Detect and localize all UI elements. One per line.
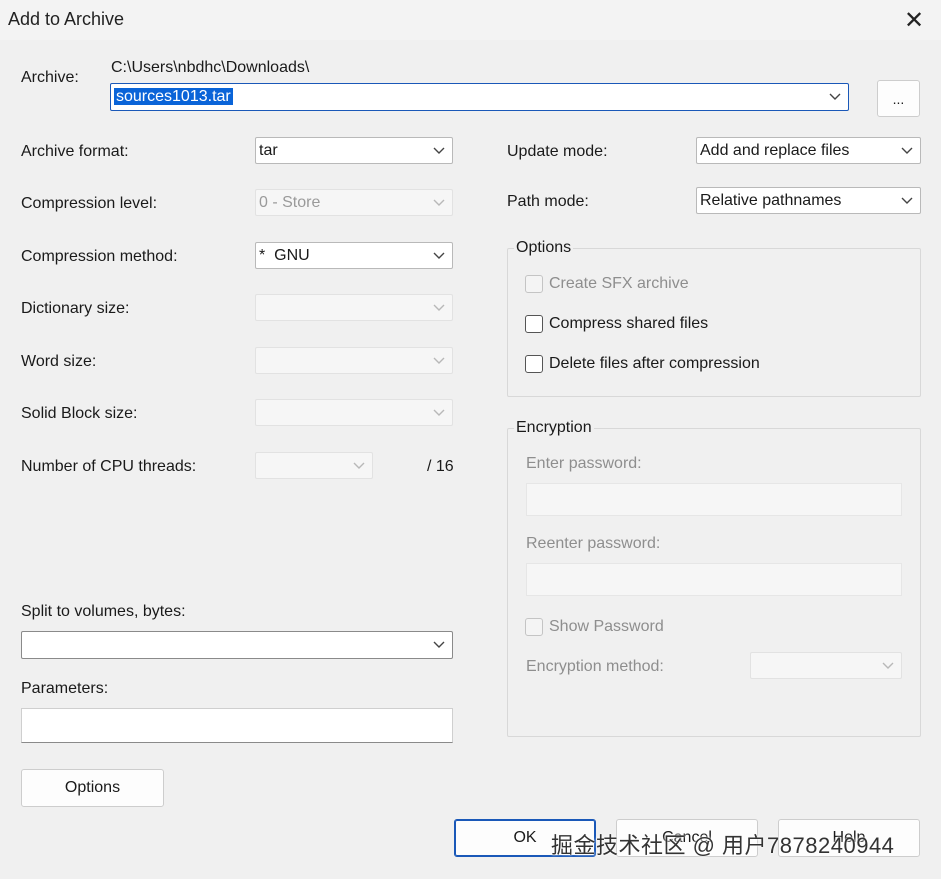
delete-after-label: Delete files after compression — [549, 355, 760, 372]
chevron-down-icon — [346, 453, 372, 478]
browse-button[interactable]: ... — [877, 80, 920, 117]
delete-after-checkbox[interactable]: Delete files after compression — [525, 355, 760, 373]
create-sfx-checkbox[interactable]: Create SFX archive — [525, 275, 689, 293]
dictionary-size-select[interactable] — [255, 294, 453, 321]
chevron-down-icon — [426, 295, 452, 320]
reenter-password-label: Reenter password: — [526, 535, 661, 552]
chevron-down-icon[interactable] — [894, 188, 920, 213]
chevron-down-icon — [426, 190, 452, 215]
checkbox-box[interactable] — [525, 355, 543, 373]
update-mode-label: Update mode: — [507, 143, 608, 160]
enter-password-label: Enter password: — [526, 455, 642, 472]
path-mode-select[interactable]: Relative pathnames — [696, 187, 921, 214]
compress-shared-label: Compress shared files — [549, 315, 709, 332]
word-size-select[interactable] — [255, 347, 453, 374]
archive-filename[interactable]: sources1013.tar — [114, 88, 233, 105]
window-title: Add to Archive — [8, 9, 125, 29]
solid-block-size-label: Solid Block size: — [21, 405, 138, 422]
cpu-threads-select[interactable] — [255, 452, 373, 479]
checkbox-box[interactable] — [525, 275, 543, 293]
archive-format-label: Archive format: — [21, 143, 129, 160]
path-mode-label: Path mode: — [507, 193, 589, 210]
encryption-method-select[interactable] — [750, 652, 902, 679]
compression-method-value: * GNU — [259, 246, 310, 264]
show-password-label: Show Password — [549, 618, 664, 635]
split-volumes-select[interactable] — [21, 631, 453, 659]
compress-shared-checkbox[interactable]: Compress shared files — [525, 315, 708, 333]
archive-format-value: tar — [259, 141, 278, 159]
parameters-input[interactable] — [21, 708, 453, 743]
checkbox-box[interactable] — [525, 315, 543, 333]
watermark-text: 掘金技术社区 @ 用户7878240944 — [551, 833, 895, 858]
update-mode-value: Add and replace files — [700, 141, 850, 159]
compression-method-select[interactable]: * GNU — [255, 242, 453, 269]
cpu-threads-total: / 16 — [427, 458, 454, 475]
chevron-down-icon — [875, 653, 901, 678]
chevron-down-icon[interactable] — [822, 84, 848, 110]
split-volumes-label: Split to volumes, bytes: — [21, 603, 186, 620]
cpu-threads-label: Number of CPU threads: — [21, 458, 197, 475]
solid-block-size-select[interactable] — [255, 399, 453, 426]
checkbox-box[interactable] — [525, 618, 543, 636]
update-mode-select[interactable]: Add and replace files — [696, 137, 921, 164]
show-password-checkbox[interactable]: Show Password — [525, 618, 664, 636]
encryption-group-title: Encryption — [514, 419, 594, 437]
chevron-down-icon — [426, 400, 452, 425]
chevron-down-icon[interactable] — [426, 243, 452, 268]
close-icon[interactable]: ✕ — [898, 4, 930, 36]
dictionary-size-label: Dictionary size: — [21, 300, 130, 317]
word-size-label: Word size: — [21, 353, 97, 370]
compression-level-label: Compression level: — [21, 195, 158, 212]
title-bar — [0, 0, 941, 40]
reenter-password-input[interactable] — [526, 563, 902, 596]
parameters-label: Parameters: — [21, 680, 109, 697]
chevron-down-icon[interactable] — [426, 138, 452, 163]
chevron-down-icon[interactable] — [426, 632, 452, 658]
compression-method-label: Compression method: — [21, 248, 178, 265]
compression-level-value: 0 - Store — [259, 193, 321, 211]
encryption-method-label: Encryption method: — [526, 658, 664, 675]
archive-name-combo[interactable]: sources1013.tar — [110, 83, 849, 111]
path-mode-value: Relative pathnames — [700, 191, 842, 209]
create-sfx-label: Create SFX archive — [549, 275, 689, 292]
archive-format-select[interactable]: tar — [255, 137, 453, 164]
archive-path: C:\Users\nbdhc\Downloads\ — [111, 59, 310, 76]
compression-level-select[interactable]: 0 - Store — [255, 189, 453, 216]
archive-label: Archive: — [21, 69, 79, 86]
chevron-down-icon[interactable] — [894, 138, 920, 163]
options-button[interactable]: Options — [21, 769, 164, 807]
enter-password-input[interactable] — [526, 483, 902, 516]
chevron-down-icon — [426, 348, 452, 373]
options-group-title: Options — [514, 239, 574, 257]
